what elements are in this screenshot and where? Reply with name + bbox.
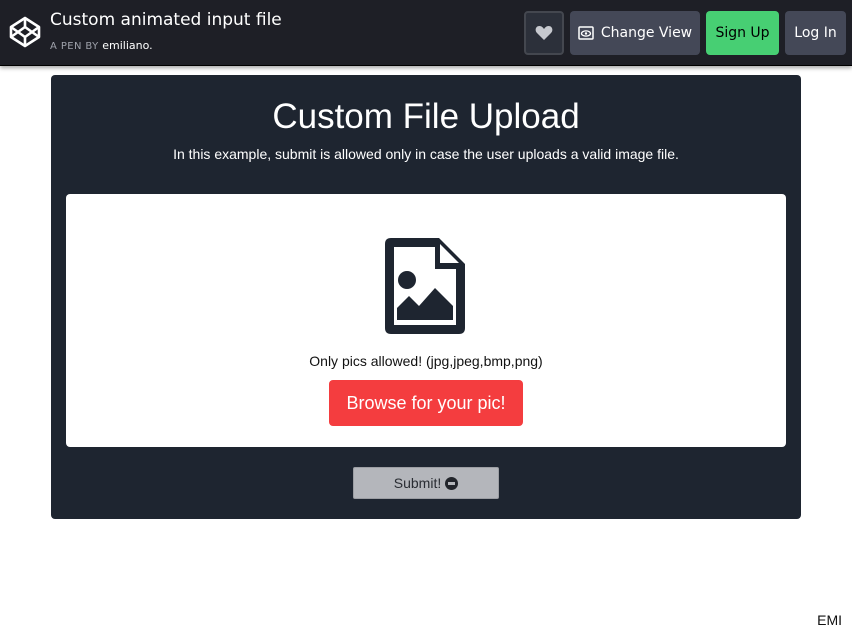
codepen-logo-icon[interactable]: [9, 16, 41, 48]
upload-panel: Custom File Upload In this example, subm…: [51, 75, 801, 519]
heart-button[interactable]: [524, 11, 564, 55]
byline-prefix: A PEN BY: [50, 41, 99, 52]
allowed-types-hint: Only pics allowed! (jpg,jpeg,bmp,png): [309, 353, 543, 369]
submit-label: Submit!: [393, 475, 442, 491]
submit-button[interactable]: Submit!: [353, 467, 499, 499]
file-dropzone[interactable]: Only pics allowed! (jpg,jpeg,bmp,png) Br…: [66, 194, 786, 447]
codepen-header: Custom animated input file A PEN BY emil…: [0, 0, 852, 66]
minus-circle-icon: [445, 476, 459, 490]
log-in-button[interactable]: Log In: [785, 11, 846, 55]
sign-up-button[interactable]: Sign Up: [706, 11, 779, 55]
pen-byline: A PEN BY emiliano.: [50, 39, 153, 52]
change-view-label: Change View: [600, 25, 693, 41]
pen-title: Custom animated input file: [50, 10, 282, 30]
author-link[interactable]: emiliano.: [102, 39, 152, 52]
change-view-button[interactable]: Change View: [570, 11, 700, 55]
heart-icon: [535, 26, 553, 40]
image-file-icon: [385, 238, 465, 334]
page-title: Custom File Upload: [272, 97, 580, 136]
eye-icon: [578, 26, 594, 40]
page-subtitle: In this example, submit is allowed only …: [173, 146, 679, 162]
browse-button[interactable]: Browse for your pic!: [329, 380, 523, 426]
footer-tag: EMI: [817, 612, 842, 628]
